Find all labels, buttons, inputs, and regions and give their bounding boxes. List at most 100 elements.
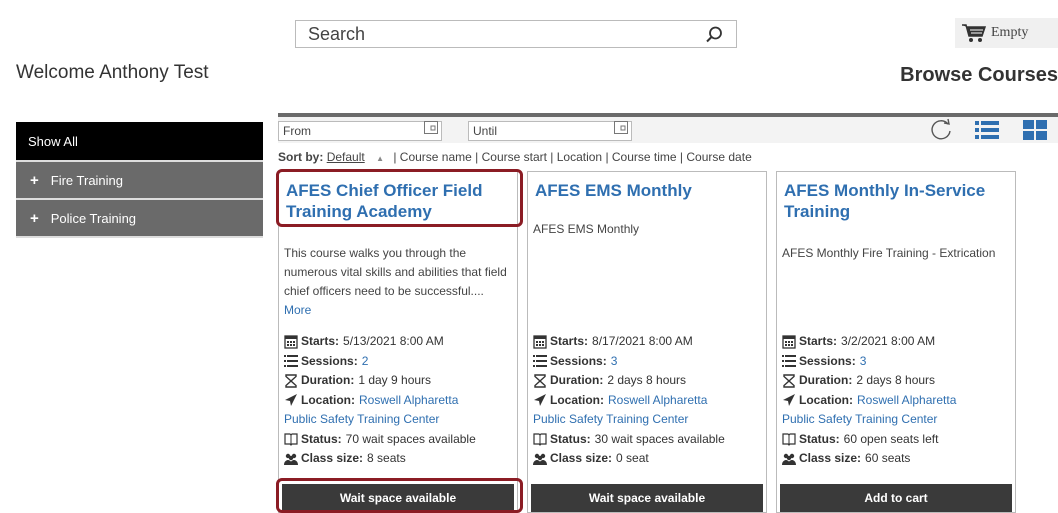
- until-date-input[interactable]: [473, 122, 631, 140]
- grid-view-icon[interactable]: [1023, 119, 1047, 141]
- sessions-row: Sessions: 3: [533, 352, 765, 372]
- starts-row: Starts: 3/2/2021 8:00 AM: [782, 332, 1014, 352]
- course-title-link[interactable]: AFES Monthly In-Service Training: [784, 180, 1012, 222]
- duration-label: Duration:: [550, 373, 604, 387]
- wait-space-button[interactable]: Wait space available: [531, 484, 763, 512]
- sidebar-item-fire-training[interactable]: + Fire Training: [16, 162, 263, 200]
- calendar-icon[interactable]: [614, 121, 628, 134]
- from-date-input[interactable]: [283, 122, 441, 140]
- sessions-label: Sessions:: [799, 353, 856, 368]
- class-size-row: Class size: 8 seats: [284, 449, 516, 469]
- sort-bar: Sort by: Default ▲ | Course name | Cours…: [278, 150, 752, 164]
- course-title-link[interactable]: AFES Chief Officer Field Training Academ…: [286, 180, 514, 222]
- status-value: 30 wait spaces available: [594, 431, 725, 446]
- class-size-label: Class size:: [301, 451, 364, 465]
- location-link-line2[interactable]: Public Safety Training Center: [284, 410, 516, 430]
- class-size-row: Class size: 60 seats: [782, 449, 1014, 469]
- location-arrow-icon: [534, 394, 546, 407]
- search-box: [295, 20, 737, 48]
- course-card: AFES Chief Officer Field Training Academ…: [278, 171, 518, 513]
- status-value: 60 open seats left: [843, 431, 939, 446]
- users-icon: [533, 453, 547, 465]
- users-icon: [782, 453, 796, 465]
- hourglass-icon: [783, 374, 795, 388]
- status-value: 70 wait spaces available: [345, 431, 476, 446]
- category-sidebar: Show All + Fire Training + Police Traini…: [16, 122, 263, 238]
- sidebar-item-show-all[interactable]: Show All: [16, 122, 263, 162]
- duration-label: Duration:: [301, 373, 355, 387]
- users-icon: [284, 453, 298, 465]
- location-link[interactable]: Roswell Alpharetta: [608, 391, 707, 411]
- more-link[interactable]: More: [284, 303, 311, 317]
- class-size-value: 60 seats: [865, 451, 911, 465]
- description-text: This course walks you through the numero…: [284, 246, 507, 298]
- filter-bar: [278, 113, 1058, 143]
- class-size-label: Class size:: [550, 451, 613, 465]
- location-link-line2[interactable]: Public Safety Training Center: [782, 410, 1014, 430]
- starts-value: 3/2/2021 8:00 AM: [841, 334, 936, 348]
- starts-row: Starts: 8/17/2021 8:00 AM: [533, 332, 765, 352]
- duration-label: Duration:: [799, 373, 853, 387]
- status-label: Status:: [799, 431, 840, 446]
- sort-options[interactable]: | Course name | Course start | Location …: [393, 150, 751, 164]
- status-label: Status:: [301, 431, 342, 446]
- location-link[interactable]: Roswell Alpharetta: [359, 391, 458, 411]
- calendar-icon: [782, 335, 796, 349]
- starts-label: Starts:: [550, 334, 589, 348]
- from-date-field: [278, 121, 442, 141]
- search-input[interactable]: [296, 21, 696, 47]
- status-row: Status: 60 open seats left: [782, 430, 1014, 450]
- hourglass-icon: [285, 374, 297, 388]
- calendar-icon: [284, 335, 298, 349]
- class-size-label: Class size:: [799, 451, 862, 465]
- location-arrow-icon: [285, 394, 297, 407]
- search-icon[interactable]: [704, 25, 724, 45]
- status-label: Status:: [550, 431, 591, 446]
- book-icon: [782, 433, 796, 447]
- expand-icon: +: [30, 209, 39, 227]
- cart-label: Empty: [991, 25, 1029, 40]
- refresh-icon[interactable]: [928, 118, 954, 144]
- calendar-icon[interactable]: [424, 121, 438, 134]
- duration-value: 2 days 8 hours: [607, 373, 687, 387]
- location-row: Location: Roswell Alpharetta: [782, 391, 1014, 411]
- starts-label: Starts:: [301, 334, 340, 348]
- calendar-icon: [533, 335, 547, 349]
- list-view-icon[interactable]: [975, 119, 999, 141]
- shopping-cart-icon: [962, 24, 987, 42]
- sort-default-link[interactable]: Default: [327, 150, 365, 164]
- starts-row: Starts: 5/13/2021 8:00 AM: [284, 332, 516, 352]
- sidebar-item-police-training[interactable]: + Police Training: [16, 200, 263, 238]
- sort-ascending-icon[interactable]: ▲: [376, 154, 384, 163]
- class-size-value: 8 seats: [367, 451, 406, 465]
- status-row: Status: 30 wait spaces available: [533, 430, 765, 450]
- course-details: Starts: 8/17/2021 8:00 AM Sessions: 3 Dura…: [533, 332, 765, 469]
- course-card: AFES Monthly In-Service Training AFES Mo…: [776, 171, 1016, 513]
- course-description: This course walks you through the numero…: [284, 244, 514, 320]
- sessions-link[interactable]: 3: [611, 352, 618, 372]
- wait-space-button[interactable]: Wait space available: [282, 484, 514, 512]
- sessions-link[interactable]: 2: [362, 352, 369, 372]
- sessions-label: Sessions:: [301, 353, 358, 368]
- sidebar-item-label: Fire Training: [50, 172, 124, 188]
- page-title: Browse Courses: [900, 64, 1058, 86]
- sessions-row: Sessions: 2: [284, 352, 516, 372]
- course-details: Starts: 5/13/2021 8:00 AM Sessions: 2 Dura…: [284, 332, 516, 469]
- add-to-cart-button[interactable]: Add to cart: [780, 484, 1012, 512]
- starts-value: 5/13/2021 8:00 AM: [343, 334, 444, 348]
- class-size-row: Class size: 0 seat: [533, 449, 765, 469]
- course-title-link[interactable]: AFES EMS Monthly: [535, 180, 763, 201]
- duration-row: Duration: 2 days 8 hours: [782, 371, 1014, 391]
- book-icon: [284, 433, 298, 447]
- list-numbered-icon: [284, 355, 298, 368]
- hourglass-icon: [534, 374, 546, 388]
- sessions-label: Sessions:: [550, 353, 607, 368]
- duration-value: 1 day 9 hours: [358, 373, 432, 387]
- sessions-link[interactable]: 3: [860, 352, 867, 372]
- sidebar-item-label: Show All: [28, 133, 78, 149]
- location-link[interactable]: Roswell Alpharetta: [857, 391, 956, 411]
- location-label: Location:: [799, 392, 853, 407]
- location-link-line2[interactable]: Public Safety Training Center: [533, 410, 765, 430]
- cart-button[interactable]: Empty: [955, 18, 1058, 48]
- location-label: Location:: [550, 392, 604, 407]
